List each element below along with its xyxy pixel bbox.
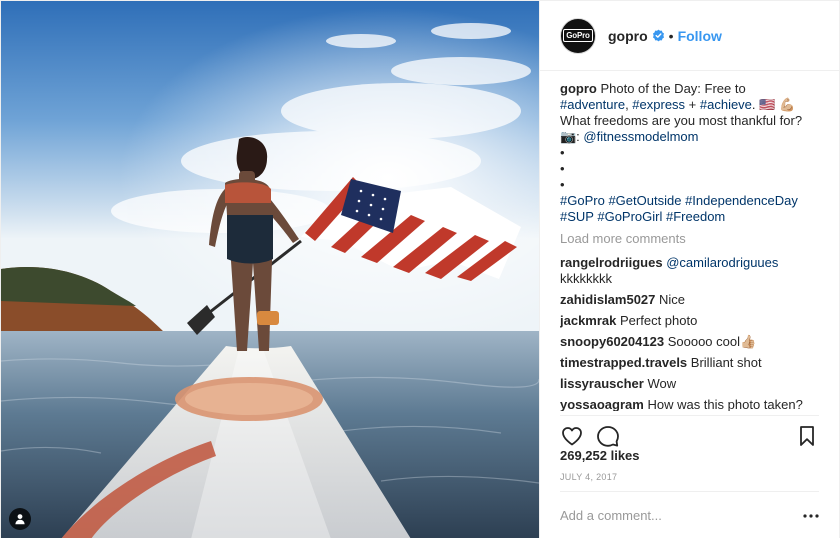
instagram-post: GoPro gopro • Follow gopro Photo of the …	[0, 0, 840, 538]
comments-list[interactable]: gopro Photo of the Day: Free to #adventu…	[560, 81, 821, 411]
caption-separator: +	[685, 97, 700, 112]
comment-text: Wow	[647, 376, 677, 391]
post-side-panel: GoPro gopro • Follow gopro Photo of the …	[539, 1, 839, 538]
comment-item: zahidislam5027 Nice	[560, 292, 821, 308]
hashtag-link[interactable]: #GoPro	[560, 193, 605, 208]
comment-item: lissyrauscher Wow	[560, 376, 821, 392]
hashtag-link[interactable]: #adventure	[560, 97, 625, 112]
heart-icon	[562, 426, 582, 445]
mention-link[interactable]: @camilarodriguues	[666, 255, 778, 270]
comment-text: Perfect photo	[620, 313, 698, 328]
comment-text: Nice	[659, 292, 686, 307]
camera-credit-prefix: 📷:	[560, 129, 584, 144]
more-options-button[interactable]	[801, 506, 821, 526]
comment-button[interactable]	[596, 424, 620, 448]
verified-badge-icon	[652, 29, 665, 42]
more-options-icon	[803, 513, 819, 518]
caption-bullet: •	[560, 145, 565, 160]
comment-item: timestrapped.travels Brilliant shot	[560, 355, 821, 371]
post-photo[interactable]	[1, 1, 539, 538]
comment-username[interactable]: rangelrodriigues	[560, 255, 663, 270]
comment-text: How was this photo taken?	[647, 397, 803, 411]
comment-text: kkkkkkkk	[560, 271, 612, 286]
avatar-logo: GoPro	[563, 29, 593, 42]
comment-username[interactable]: timestrapped.travels	[560, 355, 687, 370]
caption-emoji: . 🇺🇸 💪🏼	[751, 97, 796, 112]
comment-item: jackmrak Perfect photo	[560, 313, 821, 329]
hashtag-link[interactable]: #IndependenceDay	[685, 193, 798, 208]
post-caption: gopro Photo of the Day: Free to #adventu…	[560, 81, 821, 225]
hashtag-link[interactable]: #SUP	[560, 209, 594, 224]
header-separator: •	[668, 27, 674, 44]
follow-button[interactable]: Follow	[678, 28, 722, 44]
caption-bullet: •	[560, 161, 565, 176]
comment-username[interactable]: jackmrak	[560, 313, 616, 328]
comment-username[interactable]: zahidislam5027	[560, 292, 655, 307]
caption-username[interactable]: gopro	[560, 81, 597, 96]
hashtag-link[interactable]: #GetOutside	[608, 193, 681, 208]
post-header: GoPro gopro • Follow	[540, 1, 839, 71]
add-comment-bar	[560, 491, 819, 538]
like-button[interactable]	[560, 424, 584, 448]
comment-item: snoopy60204123 Sooooo cool👍🏼	[560, 334, 821, 350]
post-date[interactable]: JULY 4, 2017	[560, 472, 617, 482]
caption-text: Photo of the Day: Free to	[600, 81, 746, 96]
comment-username[interactable]: snoopy60204123	[560, 334, 664, 349]
load-more-comments-button[interactable]: Load more comments	[560, 231, 821, 247]
comment-bubble-icon	[597, 425, 619, 447]
hashtag-link[interactable]: #express	[632, 97, 685, 112]
comment-text: Sooooo cool👍🏼	[667, 334, 757, 349]
comment-username[interactable]: yossaoagram	[560, 397, 644, 411]
comment-text: Brilliant shot	[690, 355, 762, 370]
caption-question: What freedoms are you most thankful for?	[560, 113, 803, 128]
add-comment-input[interactable]	[560, 508, 801, 523]
likes-count[interactable]: 269,252 likes	[560, 448, 640, 463]
hashtag-link[interactable]: #achieve	[700, 97, 752, 112]
bookmark-icon	[800, 425, 814, 446]
photo-illustration	[1, 1, 539, 538]
user-tag-icon	[15, 514, 25, 525]
author-username[interactable]: gopro	[608, 28, 648, 44]
avatar[interactable]: GoPro	[560, 17, 596, 54]
comment-item: rangelrodriigues @camilarodriguues kkkkk…	[560, 255, 821, 287]
user-tag-button[interactable]	[9, 508, 31, 530]
mention-link[interactable]: @fitnessmodelmom	[583, 129, 698, 144]
comment-item: yossaoagram How was this photo taken?	[560, 397, 821, 411]
post-actions-bar	[560, 415, 819, 449]
hashtag-link[interactable]: #Freedom	[666, 209, 725, 224]
hashtag-link[interactable]: #GoProGirl	[597, 209, 662, 224]
comment-username[interactable]: lissyrauscher	[560, 376, 644, 391]
caption-bullet: •	[560, 177, 565, 192]
save-button[interactable]	[795, 424, 819, 448]
